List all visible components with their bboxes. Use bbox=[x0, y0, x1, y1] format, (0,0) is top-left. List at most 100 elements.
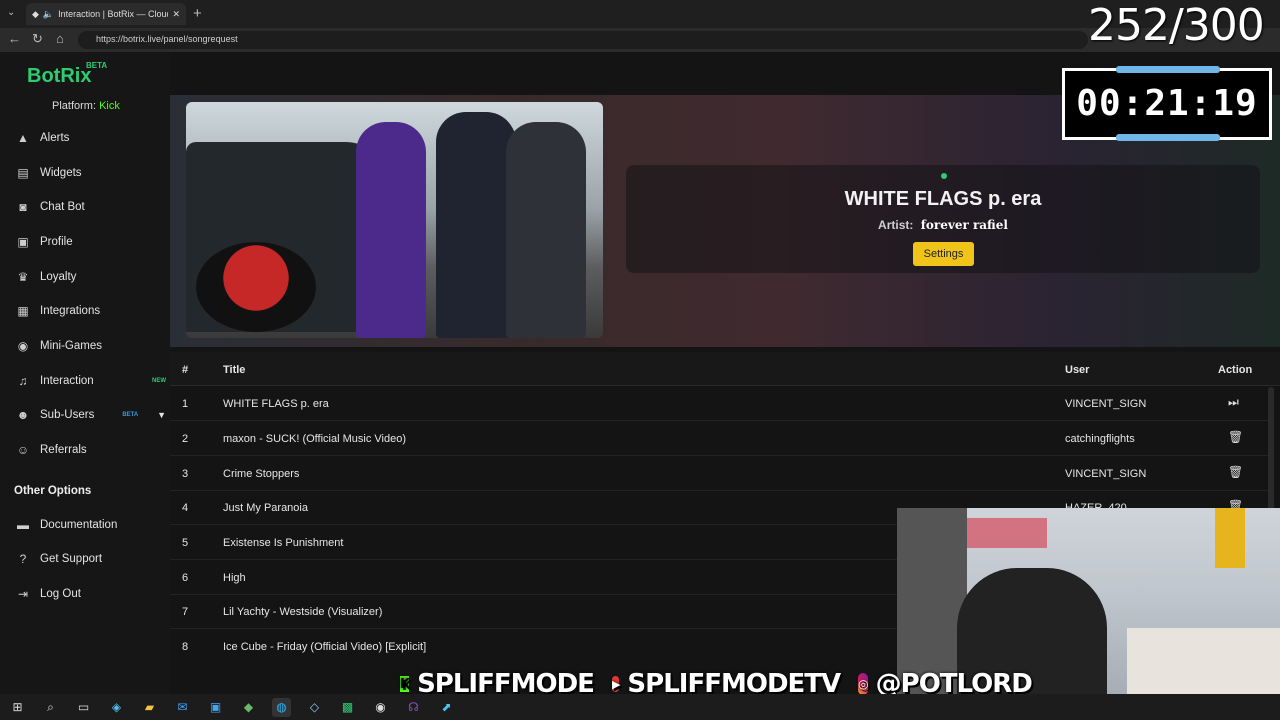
platform-label: Platform: bbox=[52, 100, 97, 112]
settings-button[interactable]: Settings bbox=[913, 242, 974, 266]
sidebar-item-referrals[interactable]: ☺ Referrals bbox=[16, 439, 166, 461]
windows-taskbar: ⊞ ⌕ ▭ ◈ ▰ ✉ ▣ ◆ ◍ ◇ ▩ ◉ ☊ ⬈ bbox=[0, 694, 1280, 720]
new-tab-button[interactable]: + bbox=[193, 5, 202, 22]
row-number: 7 bbox=[182, 606, 189, 618]
row-title: Ice Cube - Friday (Official Video) [Expl… bbox=[223, 641, 427, 653]
sidebar-item-label: Integrations bbox=[40, 305, 101, 317]
row-title: High bbox=[223, 572, 246, 584]
tab-close-icon[interactable]: ✕ bbox=[172, 9, 180, 20]
site-favicon-icon: ◆ bbox=[32, 8, 39, 19]
row-title: Crime Stoppers bbox=[223, 468, 300, 480]
sidebar-item-loyalty[interactable]: ♛ Loyalty bbox=[16, 266, 166, 288]
row-title: maxon - SUCK! (Official Music Video) bbox=[223, 433, 406, 445]
artist-name: forever rafiel bbox=[920, 218, 1008, 232]
timer-value: 00:21:19 bbox=[1076, 83, 1258, 124]
timer-bar-top bbox=[1116, 66, 1220, 73]
sidebar-item-profile[interactable]: ▣ Profile bbox=[16, 231, 166, 253]
mail-icon[interactable]: ✉ bbox=[173, 698, 192, 717]
sidebar-item-integrations[interactable]: ▦ Integrations bbox=[16, 300, 166, 322]
row-title: WHITE FLAGS p. era bbox=[223, 398, 329, 410]
col-header-action: Action bbox=[1218, 364, 1253, 376]
search-icon[interactable]: ⌕ bbox=[41, 698, 60, 717]
row-number: 6 bbox=[182, 572, 189, 584]
integrations-icon: ▦ bbox=[17, 304, 29, 318]
task-view-icon[interactable]: ▭ bbox=[74, 698, 93, 717]
sidebar-item-label: Alerts bbox=[40, 132, 70, 144]
webcam-ikon-banner bbox=[1215, 508, 1245, 568]
logo-beta-badge: BETA bbox=[86, 61, 108, 70]
app-icon[interactable]: ◆ bbox=[239, 698, 258, 717]
col-header-user: User bbox=[1065, 364, 1090, 376]
back-icon[interactable]: ← bbox=[8, 31, 21, 46]
sidebar-item-label: Get Support bbox=[40, 553, 103, 565]
users-icon: ☻ bbox=[16, 408, 30, 422]
app-icon[interactable]: ▩ bbox=[338, 698, 357, 717]
video-frame-mural bbox=[196, 242, 316, 332]
row-title: Lil Yachty - Westside (Visualizer) bbox=[223, 606, 383, 618]
warning-icon: ▲ bbox=[17, 131, 29, 145]
tab-audio-icon[interactable]: 🔈 bbox=[43, 9, 54, 20]
sidebar-item-chat-bot[interactable]: ◙ Chat Bot bbox=[16, 196, 166, 218]
platform-indicator: Platform: Kick bbox=[52, 100, 120, 112]
table-row: 1 WHITE FLAGS p. era VINCENT_SIGN ⏭ bbox=[170, 386, 1270, 421]
new-badge: NEW bbox=[152, 378, 166, 384]
file-explorer-icon[interactable]: ▰ bbox=[140, 698, 159, 717]
sidebar-item-label: Interaction bbox=[40, 375, 94, 387]
app-icon[interactable]: ◇ bbox=[305, 698, 324, 717]
skip-icon[interactable]: ⏭ bbox=[1228, 395, 1239, 410]
timer-bar-bottom bbox=[1116, 134, 1220, 141]
sidebar-item-label: Sub-Users bbox=[40, 409, 95, 421]
sidebar-item-mini-games[interactable]: ◉ Mini-Games bbox=[16, 335, 166, 357]
youtube-icon: ▶ bbox=[611, 676, 620, 692]
col-header-title: Title bbox=[223, 364, 246, 376]
chevron-down-icon[interactable]: ▼ bbox=[157, 410, 166, 420]
sidebar-item-log-out[interactable]: ⇥ Log Out bbox=[16, 583, 166, 605]
tab-title: Interaction | BotRix — Cloud bbox=[58, 9, 169, 19]
browser-tab[interactable]: ◆ 🔈 Interaction | BotRix — Cloud ✕ bbox=[26, 3, 186, 25]
row-title: Just My Paranoia bbox=[223, 502, 308, 514]
beta-badge: BETA bbox=[122, 412, 139, 418]
home-icon[interactable]: ⌂ bbox=[56, 31, 64, 46]
row-number: 4 bbox=[182, 502, 189, 514]
app-icon[interactable]: ⬈ bbox=[437, 698, 456, 717]
trophy-icon: ♛ bbox=[17, 270, 29, 284]
video-player[interactable] bbox=[186, 102, 603, 338]
sidebar-item-get-support[interactable]: ? Get Support bbox=[16, 548, 166, 570]
reload-icon[interactable]: ↻ bbox=[32, 31, 43, 47]
referrals-icon: ☺ bbox=[16, 443, 30, 457]
video-frame-person bbox=[506, 122, 586, 338]
row-title: Existense Is Punishment bbox=[223, 537, 344, 549]
sidebar-item-label: Widgets bbox=[40, 167, 82, 179]
music-icon: ♫ bbox=[18, 374, 28, 388]
sidebar-item-alerts[interactable]: ▲ Alerts bbox=[16, 127, 166, 149]
row-number: 8 bbox=[182, 641, 189, 653]
copilot-icon[interactable]: ◈ bbox=[107, 698, 126, 717]
sidebar-item-documentation[interactable]: ▬ Documentation bbox=[16, 514, 166, 536]
obs-icon[interactable]: ◉ bbox=[371, 698, 390, 717]
browser-icon[interactable]: ◍ bbox=[272, 697, 291, 717]
instagram-icon: ◎ bbox=[858, 673, 869, 695]
windows-start-icon[interactable]: ⊞ bbox=[8, 698, 27, 717]
sidebar-item-label: Referrals bbox=[40, 444, 87, 456]
botrix-logo[interactable]: BotRix bbox=[27, 65, 91, 88]
logout-icon: ⇥ bbox=[17, 587, 29, 601]
tab-list-chevron-icon[interactable]: ⌄ bbox=[7, 7, 15, 18]
trash-icon[interactable]: 🗑 bbox=[1228, 430, 1243, 444]
address-bar[interactable]: https://botrix.live/panel/songrequest bbox=[78, 31, 1088, 49]
store-icon[interactable]: ▣ bbox=[206, 698, 225, 717]
sidebar-item-label: Loyalty bbox=[40, 271, 77, 283]
artist-label: Artist: bbox=[878, 218, 914, 232]
webcam-poster bbox=[967, 518, 1047, 548]
goal-counter-overlay: 252/300 bbox=[1088, 0, 1265, 51]
now-playing-artist: Artist: forever rafiel bbox=[743, 218, 1143, 232]
sidebar-item-sub-users[interactable]: ☻ Sub-Users BETA ▼ bbox=[16, 404, 166, 426]
video-frame-person bbox=[356, 122, 426, 338]
other-options-heading: Other Options bbox=[14, 485, 92, 497]
sidebar-item-interaction[interactable]: ♫ Interaction NEW bbox=[16, 370, 167, 392]
now-playing-title: WHITE FLAGS p. era bbox=[844, 188, 1042, 210]
sidebar-item-widgets[interactable]: ▤ Widgets bbox=[16, 162, 166, 184]
sidebar-item-label: Mini-Games bbox=[40, 340, 102, 352]
playing-status-dot bbox=[941, 173, 947, 179]
trash-icon[interactable]: 🗑 bbox=[1228, 465, 1243, 479]
discord-icon[interactable]: ☊ bbox=[404, 698, 423, 717]
